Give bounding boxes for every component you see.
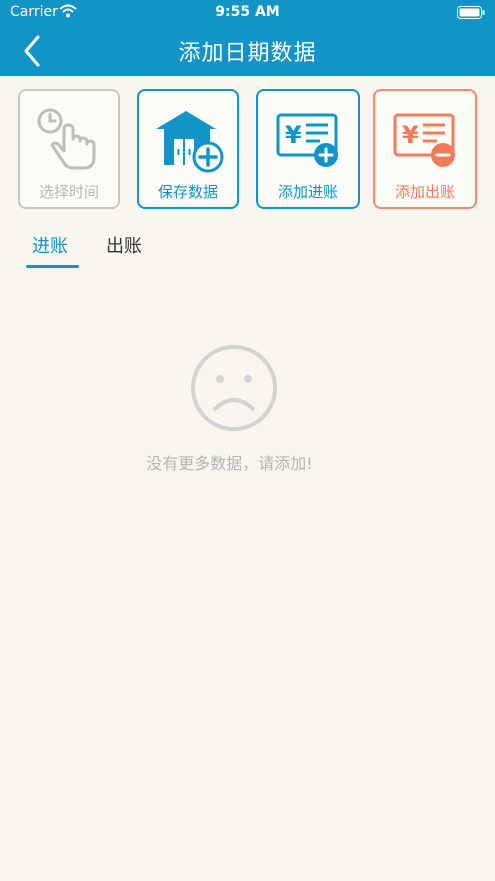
add-income-label: 添加进账	[277, 183, 338, 201]
empty-state-message: 没有更多数据，请添加!	[146, 454, 313, 473]
house-plus-icon	[156, 111, 224, 173]
yen-bill-plus-icon: ¥	[276, 113, 338, 167]
page-title: 添加日期数据	[178, 41, 317, 66]
add-expense-label: 添加出账	[394, 183, 455, 201]
status-bar: Carrier 9:55 AM	[0, 0, 495, 24]
app-header: Carrier 9:55 AM 添加日期数据	[0, 0, 495, 76]
svg-text:¥: ¥	[285, 121, 302, 149]
tab-expense[interactable]: 出账	[106, 232, 142, 258]
svg-text:¥: ¥	[402, 121, 419, 149]
save-data-label: 保存数据	[157, 183, 218, 201]
status-time: 9:55 AM	[215, 4, 280, 20]
nav-bar: 添加日期数据	[0, 24, 495, 76]
active-tab-indicator	[26, 265, 79, 268]
save-data-button[interactable]: 保存数据	[137, 89, 239, 209]
tab-income[interactable]: 进账	[32, 232, 68, 258]
yen-bill-minus-icon: ¥	[393, 113, 455, 167]
sad-face-icon	[191, 345, 277, 431]
battery-icon	[457, 6, 485, 19]
add-income-button[interactable]: ¥ 添加进账	[256, 89, 360, 209]
hand-pointer-clock-icon	[37, 108, 96, 170]
select-time-label: 选择时间	[38, 183, 99, 201]
select-time-button[interactable]: 选择时间	[18, 89, 120, 209]
action-toolbar: 选择时间 保存数据 ¥ 添加进账 ¥ 添加出账	[0, 89, 495, 209]
add-expense-button[interactable]: ¥ 添加出账	[373, 89, 477, 209]
tab-bar: 进账 出账	[0, 228, 495, 272]
